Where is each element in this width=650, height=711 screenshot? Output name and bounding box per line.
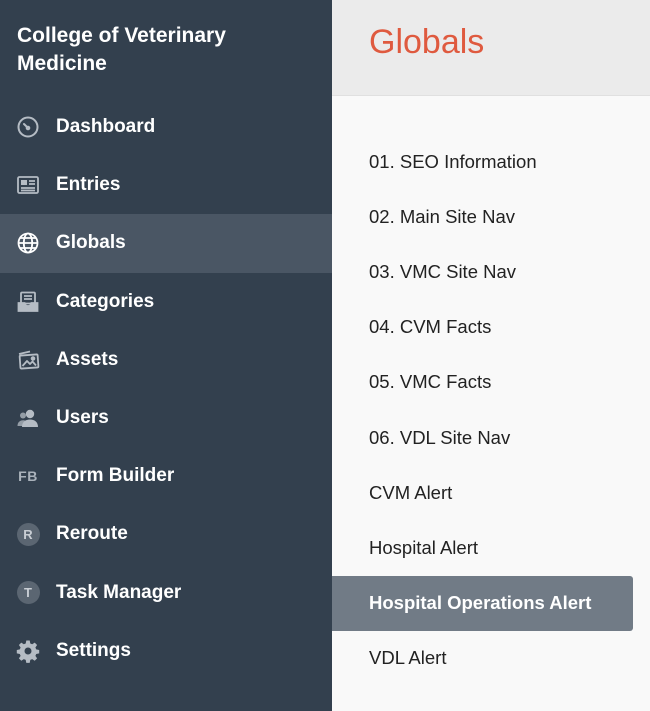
sidebar-item-dashboard[interactable]: Dashboard: [0, 98, 332, 156]
global-item-vmc-facts[interactable]: 05. VMC Facts: [332, 355, 650, 410]
sidebar-item-label: Task Manager: [56, 581, 182, 603]
sidebar-item-label: Entries: [56, 174, 121, 196]
global-item-vmc-site-nav[interactable]: 03. VMC Site Nav: [332, 244, 650, 299]
sidebar-item-label: Dashboard: [56, 116, 156, 138]
sidebar-item-entries[interactable]: Entries: [0, 156, 332, 214]
sidebar-item-label: Settings: [56, 639, 131, 661]
gauge-icon: [16, 115, 40, 139]
sidebar-nav: Dashboard Entries Globals Categories Ass: [0, 98, 332, 680]
sidebar-item-label: Form Builder: [56, 465, 175, 487]
global-item-cvm-alert[interactable]: CVM Alert: [332, 465, 650, 520]
global-item-hospital-operations-alert[interactable]: Hospital Operations Alert: [332, 575, 633, 631]
sidebar-item-assets[interactable]: Assets: [0, 331, 332, 389]
global-item-vdl-alert[interactable]: VDL Alert: [332, 631, 650, 686]
users-icon: [16, 406, 40, 430]
sidebar-item-label: Categories: [56, 290, 155, 312]
global-item-cvm-facts[interactable]: 04. CVM Facts: [332, 300, 650, 355]
sidebar-item-form-builder[interactable]: FB Form Builder: [0, 447, 332, 505]
gear-icon: [16, 639, 40, 663]
sidebar-item-label: Globals: [56, 232, 126, 254]
page-title: Globals: [369, 23, 485, 61]
images-icon: [16, 348, 40, 372]
site-name[interactable]: College of Veterinary Medicine: [17, 22, 317, 78]
main-content: Globals 01. SEO Information 02. Main Sit…: [332, 0, 650, 711]
globe-icon: [16, 231, 40, 255]
letter-r-icon: R: [16, 522, 40, 546]
sidebar-item-label: Assets: [56, 348, 119, 370]
sidebar-item-reroute[interactable]: R Reroute: [0, 505, 332, 563]
global-item-main-site-nav[interactable]: 02. Main Site Nav: [332, 189, 650, 244]
sidebar: College of Veterinary Medicine Dashboard…: [0, 0, 332, 711]
tray-icon: [16, 290, 40, 314]
globals-list: 01. SEO Information 02. Main Site Nav 03…: [332, 134, 650, 686]
sidebar-item-label: Users: [56, 407, 109, 429]
sidebar-item-label: Reroute: [56, 523, 128, 545]
fb-text-icon: FB: [18, 468, 38, 485]
global-item-vdl-site-nav[interactable]: 06. VDL Site Nav: [332, 410, 650, 465]
global-item-hospital-alert[interactable]: Hospital Alert: [332, 520, 650, 575]
page-header: Globals: [332, 0, 650, 96]
sidebar-item-categories[interactable]: Categories: [0, 273, 332, 331]
letter-t-icon: T: [16, 581, 40, 605]
sidebar-item-settings[interactable]: Settings: [0, 622, 332, 680]
sidebar-item-users[interactable]: Users: [0, 389, 332, 447]
sidebar-item-globals[interactable]: Globals: [0, 214, 332, 273]
newspaper-icon: [16, 173, 40, 197]
global-item-seo-information[interactable]: 01. SEO Information: [332, 134, 650, 189]
sidebar-item-task-manager[interactable]: T Task Manager: [0, 564, 332, 622]
